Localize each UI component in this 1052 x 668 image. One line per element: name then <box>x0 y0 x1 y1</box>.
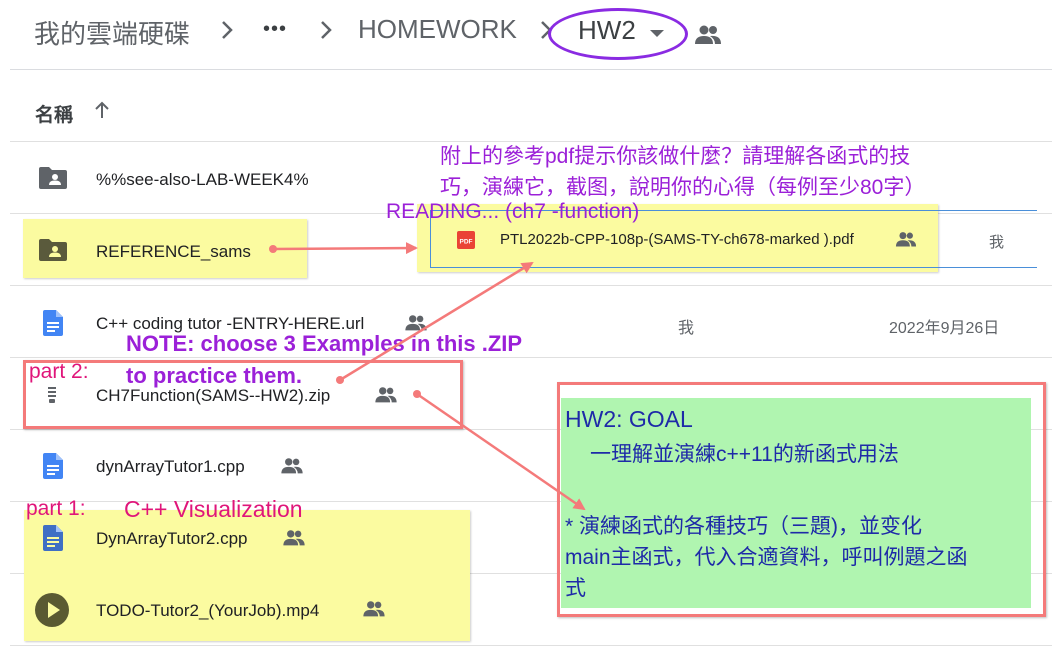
doc-icon <box>43 310 63 336</box>
chevron-right-icon <box>321 21 332 39</box>
note-annotation: NOTE: choose 3 Examples in this .ZIP <box>126 331 523 356</box>
row-divider <box>10 285 1052 286</box>
pdf-hint-annotation: 附上的參考pdf提示你該做什麼？請理解各函式的技 <box>440 145 911 168</box>
file-name: TODO-Tutor2_(YourJob).mp4 <box>96 601 320 620</box>
pdf-owner: 我 <box>989 234 1005 251</box>
reading-annotation: READING... (ch7 -function) <box>386 200 640 223</box>
shared-folder-icon <box>39 239 67 261</box>
breadcrumb-homework[interactable]: HOMEWORK <box>358 14 517 45</box>
doc-icon <box>43 453 63 479</box>
file-name: dynArrayTutor1.cpp <box>96 457 245 476</box>
shared-people-icon <box>363 601 385 617</box>
shared-people-icon[interactable] <box>694 24 722 46</box>
chevron-right-icon <box>222 21 233 39</box>
pdf-file-icon: PDF <box>457 231 475 249</box>
part1-label: part 1: <box>26 497 86 520</box>
shared-people-icon <box>281 458 303 474</box>
goal-line: 式 <box>565 577 586 600</box>
file-name: %%see-also-LAB-WEEK4% <box>96 170 309 189</box>
goal-line: * 演練函式的各種技巧（三題)，並变化 <box>565 515 922 538</box>
row-divider <box>10 357 1052 358</box>
breadcrumb-more-button[interactable]: ••• <box>263 18 287 41</box>
video-play-icon <box>35 593 69 627</box>
shared-people-icon <box>895 232 917 247</box>
shared-people-icon <box>283 530 305 546</box>
goal-title: HW2: GOAL <box>565 406 693 432</box>
shared-people-icon <box>405 315 427 331</box>
file-modified-date: 2022年9月26日 <box>889 320 1000 337</box>
shared-folder-icon <box>39 167 67 189</box>
doc-icon <box>43 525 63 551</box>
column-header-name[interactable]: 名稱 <box>35 100 73 127</box>
pdf-hint-annotation: 巧，演練它，截图，說明你的心得（每例至少80字） <box>440 176 926 199</box>
dropdown-arrow-icon[interactable] <box>650 30 664 37</box>
goal-line: main主函式，代入合適資料，呼叫例題之函 <box>565 546 968 569</box>
pdf-file-name: PTL2022b-CPP-108p-(SAMS-TY-ch678-marked … <box>500 231 854 248</box>
note-annotation: to practice them. <box>126 363 303 388</box>
pdf-badge-label: PDF <box>460 239 473 246</box>
goal-line: 一理解並演練c++11的新函式用法 <box>590 443 899 466</box>
part1-title: C++ Visualization <box>124 496 303 522</box>
toolbar-divider <box>10 69 1052 70</box>
file-name: DynArrayTutor2.cpp <box>96 529 248 548</box>
sort-up-arrow-icon[interactable] <box>92 100 112 120</box>
row-divider <box>10 645 1052 646</box>
part2-label: part 2: <box>29 360 89 383</box>
file-name: REFERENCE_sams <box>96 242 251 261</box>
breadcrumb-current-folder[interactable]: HW2 <box>578 15 636 46</box>
file-owner: 我 <box>678 320 695 337</box>
breadcrumb-root[interactable]: 我的雲端硬碟 <box>34 14 190 51</box>
